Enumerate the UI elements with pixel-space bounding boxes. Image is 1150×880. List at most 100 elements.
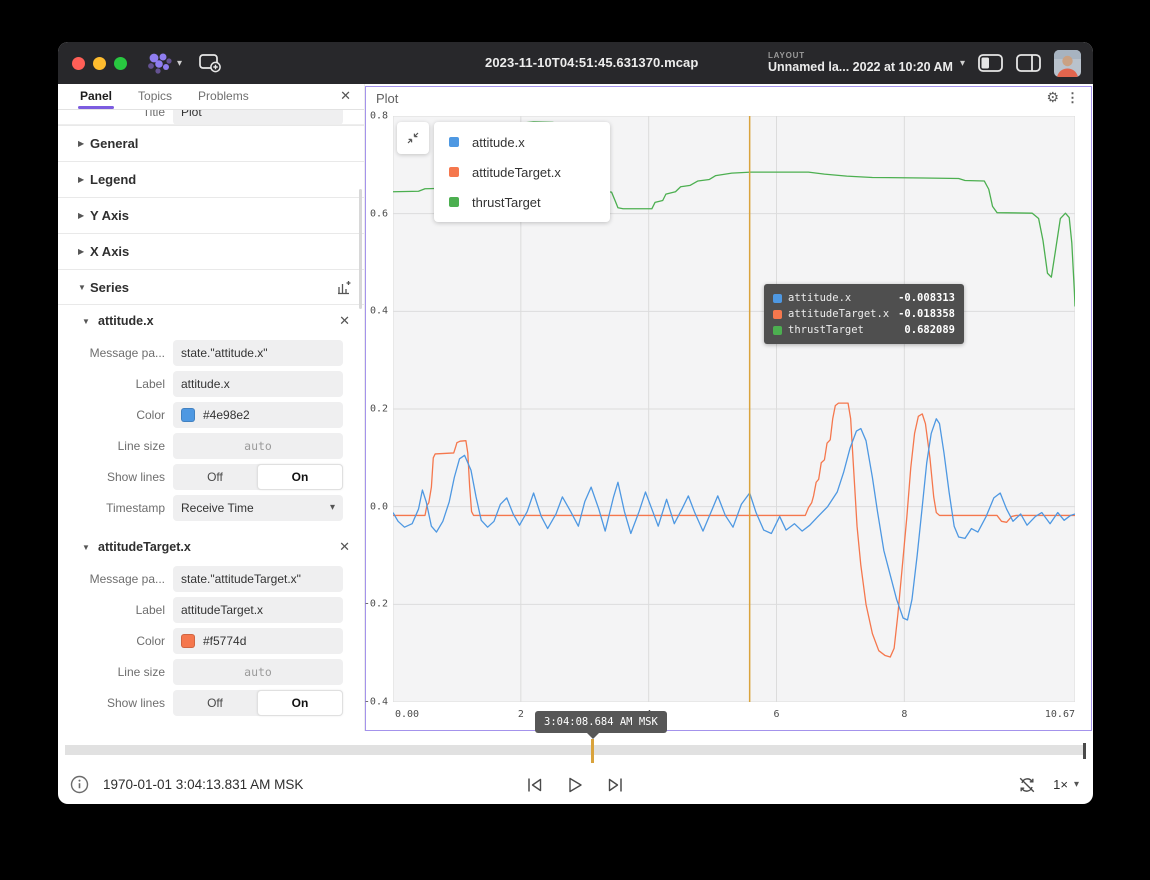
- plot-panel: Plot ⚙ ⋮ 0.80.60.40.20.0-0.2-0.4 0.00246…: [365, 86, 1092, 731]
- plot-panel-title: Plot: [376, 91, 398, 106]
- settings-sidebar: Panel Topics Problems ✕ Title Plot ▶ Gen…: [58, 84, 365, 731]
- legend-item-attitude-x[interactable]: attitude.x: [434, 127, 610, 157]
- color-swatch: [181, 634, 195, 648]
- chevron-down-icon: ▼: [78, 283, 90, 292]
- section-y-axis[interactable]: ▶ Y Axis: [58, 197, 364, 233]
- message-path-row: Message pa... state."attitude.x": [58, 337, 364, 368]
- remove-series-icon[interactable]: ✕: [339, 539, 350, 555]
- title-field-row-clipped: Title Plot: [58, 110, 364, 125]
- series-color-swatch: [449, 137, 459, 147]
- layout-caption: LAYOUT: [768, 51, 953, 60]
- label-input[interactable]: attitude.x: [173, 371, 343, 397]
- section-series[interactable]: ▼ Series: [58, 269, 364, 305]
- show-lines-off-button[interactable]: Off: [173, 690, 257, 716]
- line-size-row: Line size auto: [58, 656, 364, 687]
- title-bar: ▾ 2023-11-10T04:51:45.631370.mcap LAYOUT…: [58, 42, 1093, 84]
- message-path-input[interactable]: state."attitudeTarget.x": [173, 566, 343, 592]
- series-color-swatch: [773, 294, 782, 303]
- loop-off-icon[interactable]: [1017, 775, 1037, 795]
- zoom-window-button[interactable]: [114, 57, 127, 70]
- tab-panel[interactable]: Panel: [80, 89, 112, 108]
- section-legend[interactable]: ▶ Legend: [58, 161, 364, 197]
- timeline-scrubber-zone: [58, 731, 1093, 765]
- sidebar-close-icon[interactable]: ✕: [340, 89, 351, 102]
- layout-switcher[interactable]: LAYOUT Unnamed la... 2022 at 10:20 AM ▾: [768, 51, 965, 75]
- series-line-attitudeTarget.x: [393, 403, 1075, 657]
- app-menu-chevron-icon[interactable]: ▾: [177, 58, 182, 69]
- left-sidebar-toggle-icon[interactable]: [978, 54, 1003, 72]
- foxglove-logo-icon: [145, 51, 173, 75]
- series-color-swatch: [773, 310, 782, 319]
- play-icon[interactable]: [566, 776, 584, 794]
- color-input[interactable]: #f5774d: [173, 628, 343, 654]
- panel-settings-gear-icon[interactable]: ⚙: [1046, 89, 1059, 106]
- show-lines-row: Show lines Off On: [58, 687, 364, 718]
- window-controls: [58, 57, 135, 70]
- label-row: Label attitudeTarget.x: [58, 594, 364, 625]
- color-swatch: [181, 408, 195, 422]
- plot-hover-tooltip: attitude.x -0.008313 attitudeTarget.x -0…: [764, 284, 964, 344]
- show-lines-on-button[interactable]: On: [257, 690, 343, 716]
- seek-forward-icon[interactable]: [606, 776, 625, 794]
- message-path-input[interactable]: state."attitude.x": [173, 340, 343, 366]
- chevron-right-icon: ▶: [78, 211, 90, 220]
- chevron-right-icon: ▶: [78, 175, 90, 184]
- timestamp-select[interactable]: Receive Time ▾: [173, 495, 343, 521]
- playback-timestamp: 1970-01-01 3:04:13.831 AM MSK: [103, 777, 303, 792]
- show-lines-toggle: Off On: [173, 464, 343, 490]
- remove-series-icon[interactable]: ✕: [339, 313, 350, 329]
- color-row: Color #f5774d: [58, 625, 364, 656]
- app-window: ▾ 2023-11-10T04:51:45.631370.mcap LAYOUT…: [58, 42, 1093, 804]
- playback-speed-select[interactable]: 1× ▾: [1053, 777, 1079, 792]
- legend-item-attitude-target-x[interactable]: attitudeTarget.x: [434, 157, 610, 187]
- panel-title-input[interactable]: Plot: [173, 110, 343, 125]
- chevron-right-icon: ▶: [78, 247, 90, 256]
- timeline-scrubber[interactable]: [65, 745, 1085, 755]
- panel-menu-kebab-icon[interactable]: ⋮: [1066, 90, 1079, 106]
- label-input[interactable]: attitudeTarget.x: [173, 597, 343, 623]
- series-color-swatch: [449, 167, 459, 177]
- info-icon[interactable]: [70, 775, 89, 794]
- scrubber-end-marker: [1083, 743, 1086, 759]
- x-axis-labels: 0.00246810.67: [393, 709, 1075, 723]
- collapse-arrows-icon: [405, 130, 421, 146]
- layout-chevron-icon: ▾: [960, 58, 965, 69]
- message-path-row: Message pa... state."attitudeTarget.x": [58, 563, 364, 594]
- show-lines-off-button[interactable]: Off: [173, 464, 257, 490]
- plot-legend: attitude.x attitudeTarget.x thrustTarget: [434, 122, 610, 222]
- section-general[interactable]: ▶ General: [58, 125, 364, 161]
- section-x-axis[interactable]: ▶ X Axis: [58, 233, 364, 269]
- series-color-swatch: [773, 326, 782, 335]
- tooltip-row: thrustTarget 0.682089: [773, 322, 955, 338]
- line-size-input[interactable]: auto: [173, 433, 343, 459]
- right-sidebar-toggle-icon[interactable]: [1016, 54, 1041, 72]
- y-axis-labels: 0.80.60.40.20.0-0.2-0.4: [366, 116, 393, 702]
- plot-panel-header: Plot ⚙ ⋮: [366, 87, 1091, 110]
- title-field-label: Title: [58, 110, 173, 119]
- tab-topics[interactable]: Topics: [138, 89, 172, 108]
- sidebar-tabbar: Panel Topics Problems ✕: [58, 84, 364, 110]
- minimize-window-button[interactable]: [93, 57, 106, 70]
- show-lines-on-button[interactable]: On: [257, 464, 343, 490]
- new-window-icon[interactable]: [198, 53, 222, 73]
- line-size-input[interactable]: auto: [173, 659, 343, 685]
- close-window-button[interactable]: [72, 57, 85, 70]
- line-size-row: Line size auto: [58, 430, 364, 461]
- label-row: Label attitude.x: [58, 368, 364, 399]
- series-header-attitude-target-x[interactable]: ▼ attitudeTarget.x ✕: [58, 531, 364, 563]
- chart-region: 0.80.60.40.20.0-0.2-0.4 0.00246810.67 at…: [366, 110, 1091, 730]
- series-color-swatch: [449, 197, 459, 207]
- color-row: Color #4e98e2: [58, 399, 364, 430]
- legend-item-thrust-target[interactable]: thrustTarget: [434, 187, 610, 217]
- sidebar-scrollbar[interactable]: [359, 189, 362, 309]
- tab-problems[interactable]: Problems: [198, 89, 249, 108]
- series-header-attitude-x[interactable]: ▼ attitude.x ✕: [58, 305, 364, 337]
- add-series-icon[interactable]: [336, 280, 352, 296]
- legend-collapse-button[interactable]: [397, 122, 429, 154]
- tooltip-row: attitudeTarget.x -0.018358: [773, 306, 955, 322]
- layout-name: Unnamed la... 2022 at 10:20 AM: [768, 60, 953, 74]
- color-input[interactable]: #4e98e2: [173, 402, 343, 428]
- seek-backward-icon[interactable]: [525, 776, 544, 794]
- user-avatar[interactable]: [1054, 50, 1081, 77]
- chevron-down-icon: ▼: [82, 317, 94, 326]
